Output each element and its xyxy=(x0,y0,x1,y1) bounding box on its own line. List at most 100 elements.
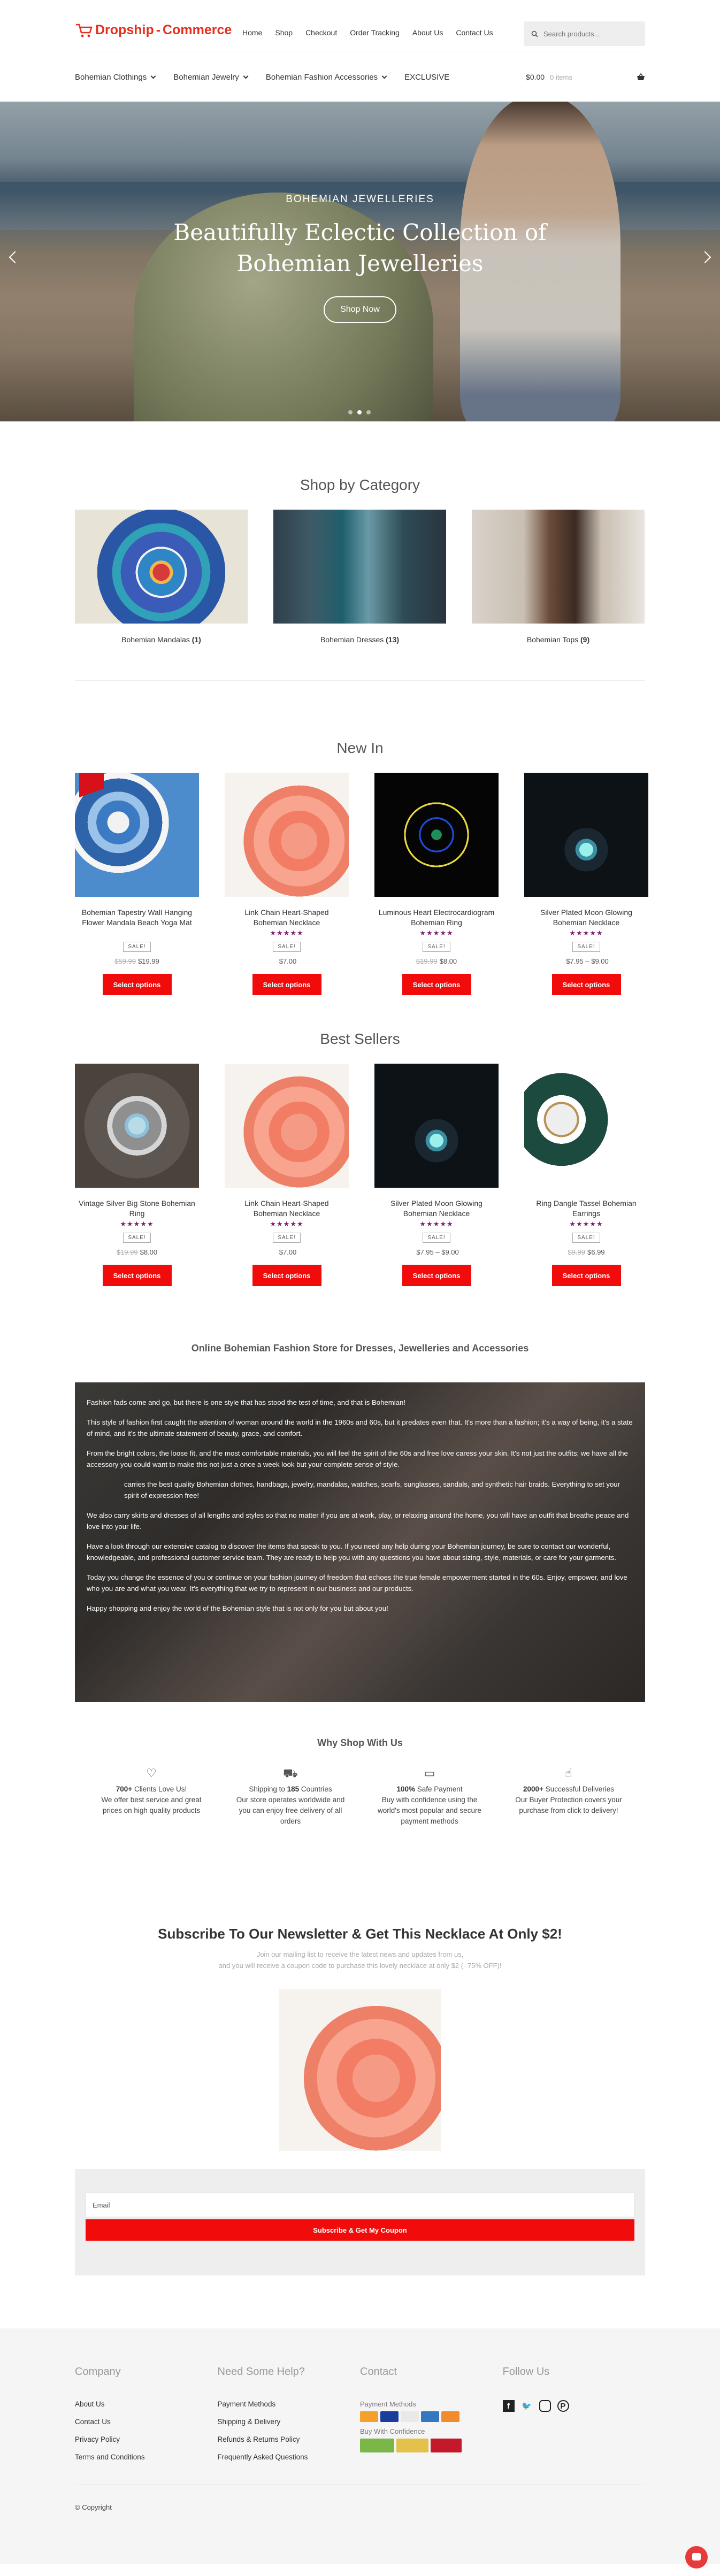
thumbs-up-icon: ☝ xyxy=(565,1766,572,1780)
why-item: ⛟ Shipping to 185 Countries Our store op… xyxy=(232,1766,349,1827)
twitter-icon[interactable]: 🐦 xyxy=(521,2400,533,2412)
top-header: Dropship - Commerce Home Shop Checkout Ord… xyxy=(75,0,645,51)
category-bar: Bohemian Clothings Bohemian Jewelry Bohe… xyxy=(75,51,645,102)
mastercard-icon xyxy=(360,2411,378,2422)
select-options-button[interactable]: Select options xyxy=(552,1265,621,1286)
current-price: $8.00 xyxy=(140,1248,158,1256)
current-price: $19.99 xyxy=(138,957,159,965)
footer-link-privacy[interactable]: Privacy Policy xyxy=(75,2435,120,2443)
hero-title: Beautifully Eclectic Collection of Bohem… xyxy=(173,219,547,276)
select-options-button[interactable]: Select options xyxy=(252,1265,321,1286)
chat-bubble-icon[interactable] xyxy=(685,2546,708,2569)
footer-link-shipping[interactable]: Shipping & Delivery xyxy=(218,2418,281,2426)
truck-icon: ⛟ xyxy=(283,1766,298,1780)
why-stat-label: Safe Payment xyxy=(415,1785,463,1793)
star-rating: ★★★★★ xyxy=(569,1220,603,1228)
current-price: $7.00 xyxy=(279,957,297,965)
category-image xyxy=(273,510,446,624)
product-price: $59.99 $19.99 xyxy=(75,957,199,965)
product-title[interactable]: Link Chain Heart-Shaped Bohemian Necklac… xyxy=(225,1197,349,1220)
old-price: $19.99 xyxy=(116,1248,138,1256)
why-stat-label: Clients Love Us! xyxy=(132,1785,187,1793)
slider-dot[interactable] xyxy=(348,410,353,414)
nav-contact-us[interactable]: Contact Us xyxy=(456,28,493,37)
product-title[interactable]: Ring Dangle Tassel Bohemian Earrings xyxy=(524,1197,648,1220)
search-box[interactable] xyxy=(524,21,645,46)
trust-badges xyxy=(360,2439,503,2452)
nav-about-us[interactable]: About Us xyxy=(412,28,443,37)
subscribe-button[interactable]: Subscribe & Get My Coupon xyxy=(86,2219,634,2241)
shop-now-button[interactable]: Shop Now xyxy=(324,296,396,323)
catnav-jewelry-label: Bohemian Jewelry xyxy=(173,73,239,82)
section-title-best-sellers: Best Sellers xyxy=(320,1031,400,1047)
best-sellers-section: Best Sellers Vintage Silver Big Stone Bo… xyxy=(75,1031,648,1343)
select-options-button[interactable]: Select options xyxy=(402,974,471,995)
footer-link-about[interactable]: About Us xyxy=(75,2400,105,2408)
category-name: Bohemian Tops xyxy=(526,635,579,644)
catnav-clothings[interactable]: Bohemian Clothings xyxy=(75,73,156,82)
about-paragraph: Fashion fads come and go, but there is o… xyxy=(87,1398,405,1406)
instagram-icon[interactable] xyxy=(539,2400,551,2412)
site-logo[interactable]: Dropship - Commerce xyxy=(75,22,232,38)
select-options-button[interactable]: Select options xyxy=(252,974,321,995)
product-price: $7.95 – $9.00 xyxy=(374,1248,499,1256)
product-image[interactable] xyxy=(524,773,648,897)
product-image[interactable] xyxy=(524,1064,648,1188)
footer-link-contact[interactable]: Contact Us xyxy=(75,2418,111,2426)
product-image[interactable] xyxy=(225,1064,349,1188)
category-card-dresses[interactable]: Bohemian Dresses (13) xyxy=(273,510,446,644)
product-image[interactable] xyxy=(225,773,349,897)
nav-home[interactable]: Home xyxy=(242,28,262,37)
product-title[interactable]: Link Chain Heart-Shaped Bohemian Necklac… xyxy=(225,906,349,929)
select-options-button[interactable]: Select options xyxy=(102,1265,172,1286)
mini-cart[interactable]: $0.00 0 items xyxy=(526,73,645,81)
about-title: Online Bohemian Fashion Store for Dresse… xyxy=(191,1343,529,1354)
nav-checkout[interactable]: Checkout xyxy=(305,28,337,37)
why-text: Buy with confidence using the world's mo… xyxy=(378,1796,481,1825)
catnav-jewelry[interactable]: Bohemian Jewelry xyxy=(173,73,249,82)
catnav-accessories[interactable]: Bohemian Fashion Accessories xyxy=(266,73,387,82)
footer-link-faq[interactable]: Frequently Asked Questions xyxy=(218,2453,308,2461)
product-image[interactable] xyxy=(374,773,499,897)
heart-icon: ♡ xyxy=(146,1766,157,1780)
why-text: Our store operates worldwide and you can… xyxy=(236,1796,345,1825)
category-card-mandalas[interactable]: Bohemian Mandalas (1) xyxy=(75,510,248,644)
product-title[interactable]: Silver Plated Moon Glowing Bohemian Neck… xyxy=(524,906,648,929)
select-options-button[interactable]: Select options xyxy=(102,974,172,995)
new-in-section: New In Bohemian Tapestry Wall Hanging Fl… xyxy=(75,709,648,1031)
footer-link-terms[interactable]: Terms and Conditions xyxy=(75,2453,145,2461)
product-title[interactable]: Luminous Heart Electrocardiogram Bohemia… xyxy=(374,906,499,929)
product-title[interactable]: Vintage Silver Big Stone Bohemian Ring xyxy=(75,1197,199,1220)
pinterest-icon[interactable]: P xyxy=(557,2400,569,2412)
product-image[interactable] xyxy=(374,1064,499,1188)
select-options-button[interactable]: Select options xyxy=(402,1265,471,1286)
current-price: $8.00 xyxy=(439,957,457,965)
slider-dot-active[interactable] xyxy=(357,410,362,414)
catnav-exclusive[interactable]: EXCLUSIVE xyxy=(404,73,449,82)
amex-icon xyxy=(421,2411,439,2422)
catnav-clothings-label: Bohemian Clothings xyxy=(75,73,147,82)
select-options-button[interactable]: Select options xyxy=(552,974,621,995)
category-image xyxy=(75,510,248,624)
product-price: $19.99 $8.00 xyxy=(374,957,499,965)
about-section: Online Bohemian Fashion Store for Dresse… xyxy=(75,1343,645,1926)
product-price: $7.95 – $9.00 xyxy=(524,957,648,965)
footer-link-refunds[interactable]: Refunds & Returns Policy xyxy=(218,2435,300,2443)
product-title[interactable]: Bohemian Tapestry Wall Hanging Flower Ma… xyxy=(75,906,199,929)
slider-dot[interactable] xyxy=(366,410,371,414)
nav-shop[interactable]: Shop xyxy=(275,28,293,37)
footer-link-payment[interactable]: Payment Methods xyxy=(218,2400,276,2408)
sale-badge: SALE! xyxy=(123,1233,151,1243)
search-input[interactable] xyxy=(543,29,634,38)
email-field[interactable]: Email xyxy=(86,2193,634,2217)
product-image[interactable] xyxy=(75,773,199,897)
nav-order-tracking[interactable]: Order Tracking xyxy=(350,28,400,37)
product-image[interactable] xyxy=(75,1064,199,1188)
category-card-tops[interactable]: Bohemian Tops (9) xyxy=(472,510,645,644)
product-card: Bohemian Tapestry Wall Hanging Flower Ma… xyxy=(75,773,199,995)
facebook-icon[interactable]: f xyxy=(502,2400,515,2412)
about-paragraph: From the bright colors, the loose fit, a… xyxy=(87,1449,628,1468)
why-text: Our Buyer Protection covers your purchas… xyxy=(515,1796,622,1814)
paypal-icon xyxy=(401,2411,419,2422)
product-title[interactable]: Silver Plated Moon Glowing Bohemian Neck… xyxy=(374,1197,499,1220)
